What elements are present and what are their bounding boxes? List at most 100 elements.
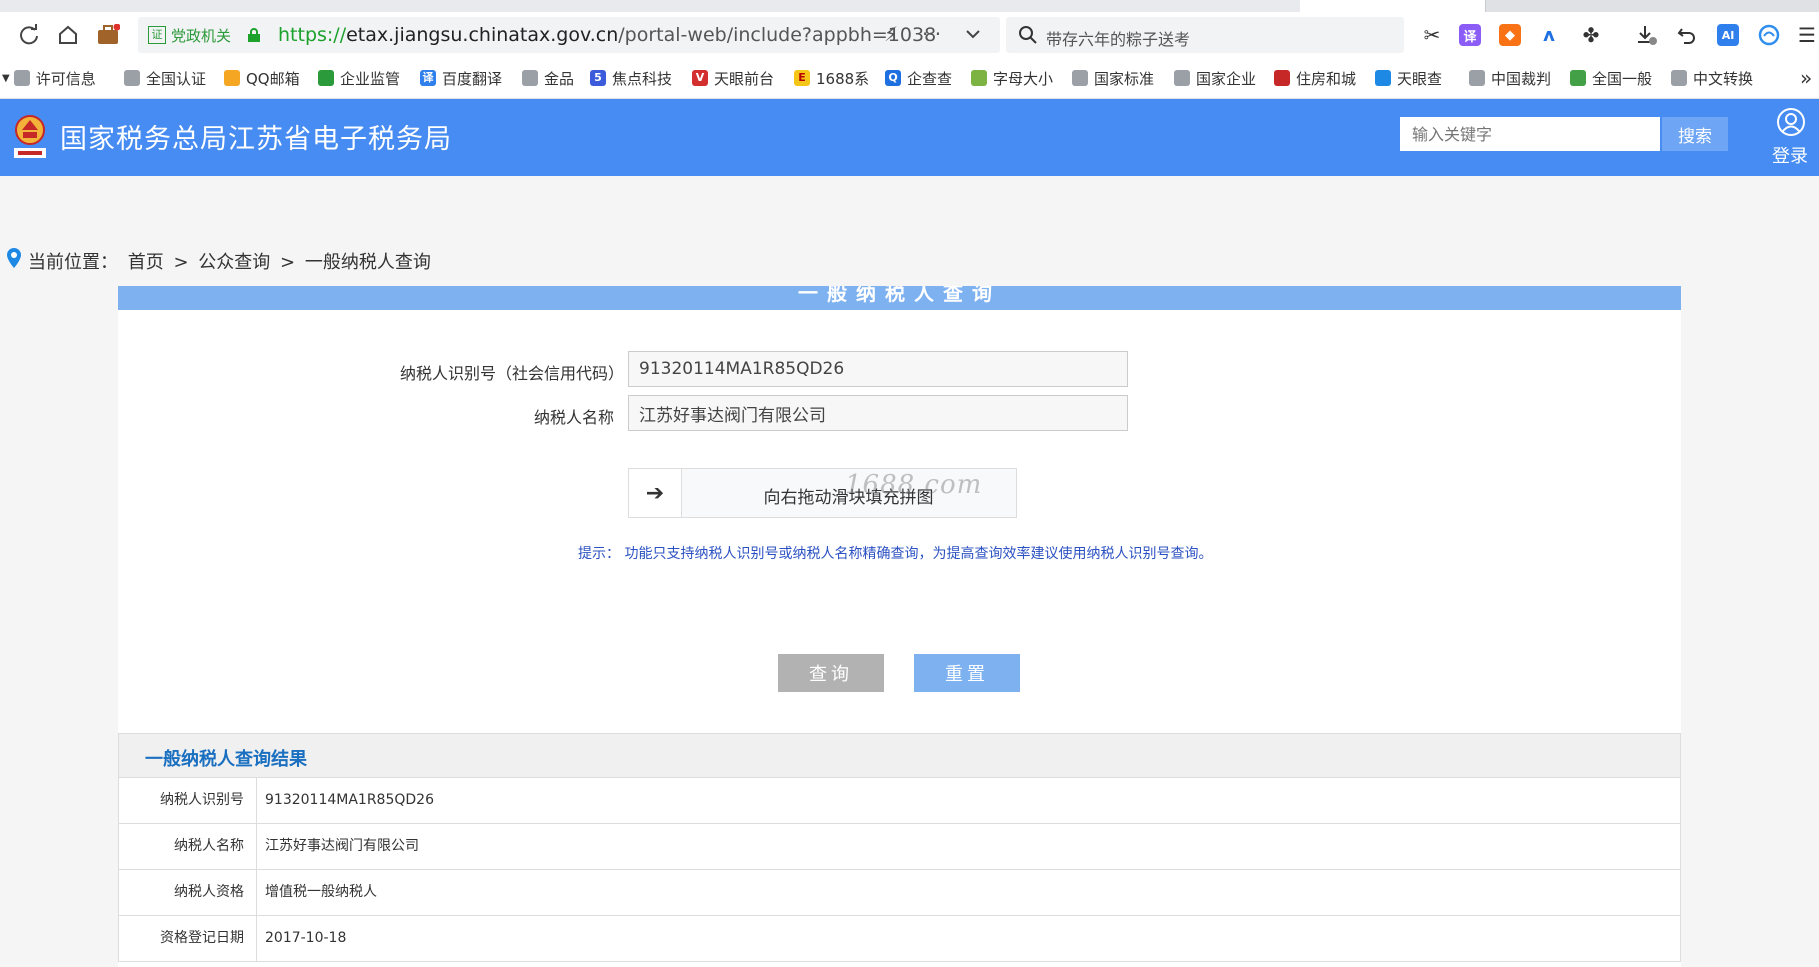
bookmark-item[interactable]: 字母大小 bbox=[971, 68, 1053, 88]
frog-icon bbox=[971, 70, 987, 86]
more-icon[interactable]: ··· bbox=[922, 22, 941, 46]
login-link[interactable]: 登录 bbox=[1772, 142, 1808, 168]
ai-icon[interactable]: AI bbox=[1717, 24, 1739, 46]
bookmark-item[interactable]: Q 企查查 bbox=[885, 68, 957, 88]
taxpayer-name-value: 江苏好事达阀门有限公司 bbox=[639, 405, 826, 426]
tianyan-icon: V bbox=[692, 70, 708, 86]
game-icon[interactable]: ◆ bbox=[1499, 24, 1521, 46]
bookmark-label: 全国认证 bbox=[146, 69, 207, 88]
bookmark-item[interactable]: 国家标准 bbox=[1072, 68, 1156, 88]
query-button[interactable]: 查询 bbox=[778, 654, 884, 692]
tax-id-value: 91320114MA1R85QD26 bbox=[639, 359, 845, 379]
ai-writer-icon[interactable]: ʌ bbox=[1538, 24, 1560, 46]
row-value: 江苏好事达阀门有限公司 bbox=[265, 838, 419, 854]
bookmark-label: 许可信息 bbox=[35, 69, 96, 88]
taxpayer-name-input[interactable]: 江苏好事达阀门有限公司 bbox=[628, 395, 1128, 431]
bookmark-label: 百度翻译 bbox=[442, 69, 503, 88]
extensions-icon[interactable]: ✤ bbox=[1580, 23, 1602, 47]
browser-tab[interactable] bbox=[0, 0, 211, 12]
site-title: 国家税务总局江苏省电子税务局 bbox=[60, 124, 452, 155]
bookmark-item[interactable]: 中文转换 bbox=[1671, 68, 1755, 88]
query-hint: 提示： 功能只支持纳税人识别号或纳税人名称精确查询，为提高查询效率建议使用纳税人… bbox=[578, 546, 1213, 562]
chevron-down-icon[interactable] bbox=[964, 24, 982, 48]
browser-logo-icon[interactable] bbox=[1758, 24, 1780, 46]
gov-badge-label: 党政机关 bbox=[171, 26, 232, 45]
reset-button[interactable]: 重置 bbox=[914, 654, 1020, 692]
breadcrumb-prefix: 当前位置： bbox=[28, 252, 118, 273]
row-value: 2017-10-18 bbox=[265, 930, 347, 946]
breadcrumb-public-query[interactable]: 公众查询 bbox=[198, 252, 270, 273]
browser-tab[interactable] bbox=[580, 0, 751, 12]
bookmark-item[interactable]: 中国裁判 bbox=[1469, 68, 1553, 88]
bookmark-label: 全国一般 bbox=[1592, 69, 1653, 88]
menu-icon[interactable]: ☰ bbox=[1796, 23, 1818, 47]
download-icon[interactable] bbox=[1636, 24, 1658, 46]
row-value: 增值税一般纳税人 bbox=[265, 884, 377, 900]
tax-id-input[interactable]: 91320114MA1R85QD26 bbox=[628, 351, 1128, 387]
lightning-icon[interactable]: ⚡ bbox=[884, 22, 898, 46]
bookmark-item[interactable]: 金品 bbox=[522, 68, 582, 88]
bookmark-item[interactable]: 5 焦点科技 bbox=[590, 68, 675, 88]
lock-icon[interactable] bbox=[248, 27, 260, 42]
home-icon[interactable] bbox=[55, 22, 81, 48]
bookmark-label: 企查查 bbox=[907, 69, 953, 88]
bookmark-label: QQ邮箱 bbox=[246, 69, 300, 88]
briefcase-icon[interactable] bbox=[95, 22, 121, 48]
bookmark-item[interactable]: V 天眼前台 bbox=[692, 68, 778, 88]
globe-icon bbox=[1174, 70, 1190, 86]
browser-tab[interactable] bbox=[935, 0, 1121, 12]
qq-mail-icon bbox=[224, 70, 240, 86]
browser-search-box[interactable]: 带存六年的粽子送考 bbox=[1006, 17, 1404, 53]
row-key: 纳税人资格 bbox=[119, 870, 257, 915]
bookmark-label: 国家标准 bbox=[1094, 69, 1155, 88]
bookmarks-bar: ▼ 许可信息 全国认证 QQ邮箱 企业监管 译百度翻译 金品 5 焦点科技 V 天眼前… bbox=[0, 58, 1819, 99]
breadcrumb-separator: > bbox=[280, 252, 296, 273]
bookmark-label: 中国裁判 bbox=[1491, 69, 1552, 88]
bookmark-label: 天眼前台 bbox=[714, 69, 775, 88]
bookmark-item[interactable]: 企业监管 bbox=[318, 68, 404, 88]
supervision-icon bbox=[318, 70, 334, 86]
slider-handle-arrow-icon[interactable]: ➔ bbox=[629, 469, 682, 517]
row-key: 资格登记日期 bbox=[119, 916, 257, 961]
browser-tab-strip bbox=[0, 0, 1819, 12]
browser-tab[interactable] bbox=[750, 0, 936, 12]
bookmark-label: 企业监管 bbox=[340, 69, 401, 88]
site-search-input[interactable] bbox=[1400, 117, 1660, 151]
reload-icon[interactable] bbox=[16, 22, 42, 48]
browser-tab-active[interactable] bbox=[1300, 0, 1486, 12]
breadcrumb-home[interactable]: 首页 bbox=[128, 252, 164, 273]
table-row: 纳税人识别号 91320114MA1R85QD26 bbox=[118, 778, 1681, 824]
bookmark-item[interactable]: ▼ 许可信息 bbox=[2, 68, 106, 88]
bookmark-item[interactable]: 全国一般 bbox=[1570, 68, 1655, 88]
browser-tab[interactable] bbox=[210, 0, 401, 12]
translate-icon[interactable]: 译 bbox=[1459, 24, 1481, 46]
globe-icon bbox=[1072, 70, 1088, 86]
bookmarks-overflow-icon[interactable]: » bbox=[1800, 68, 1818, 88]
scissors-icon[interactable]: ✂ bbox=[1421, 23, 1443, 47]
url-text[interactable]: https://etax.jiangsu.chinatax.gov.cn/por… bbox=[278, 22, 936, 48]
bookmark-item[interactable]: QQ邮箱 bbox=[224, 68, 306, 88]
gov-badge-icon: 证 bbox=[148, 26, 166, 44]
bookmarks-dropdown-icon[interactable]: ▼ bbox=[2, 73, 10, 84]
browser-tab[interactable] bbox=[1120, 0, 1301, 12]
alibaba-1688-icon: E bbox=[794, 70, 810, 86]
browser-tab[interactable] bbox=[400, 0, 581, 12]
bookmark-label: 焦点科技 bbox=[612, 69, 673, 88]
site-search-button[interactable]: 搜索 bbox=[1662, 117, 1728, 151]
tax-emblem-logo bbox=[10, 112, 50, 160]
bookmark-item[interactable]: 译百度翻译 bbox=[420, 68, 505, 88]
browser-search-placeholder: 带存六年的粽子送考 bbox=[1046, 30, 1191, 49]
gov-badge: 证 党政机关 bbox=[148, 22, 231, 48]
bookmark-item[interactable]: 全国认证 bbox=[124, 68, 209, 88]
undo-icon[interactable] bbox=[1676, 24, 1698, 46]
bookmark-item[interactable]: E 1688系 bbox=[794, 68, 870, 88]
tax-id-label: 纳税人识别号（社会信用代码） bbox=[400, 364, 625, 383]
search-icon bbox=[1019, 26, 1037, 44]
bookmark-item[interactable]: 住房和城 bbox=[1274, 68, 1359, 88]
user-icon[interactable] bbox=[1776, 107, 1806, 137]
bookmark-item[interactable]: 天眼查 bbox=[1375, 68, 1452, 88]
breadcrumb-current: 一般纳税人查询 bbox=[304, 252, 431, 273]
row-value: 91320114MA1R85QD26 bbox=[265, 792, 434, 808]
row-key: 纳税人识别号 bbox=[119, 778, 257, 823]
bookmark-item[interactable]: 国家企业 bbox=[1174, 68, 1258, 88]
